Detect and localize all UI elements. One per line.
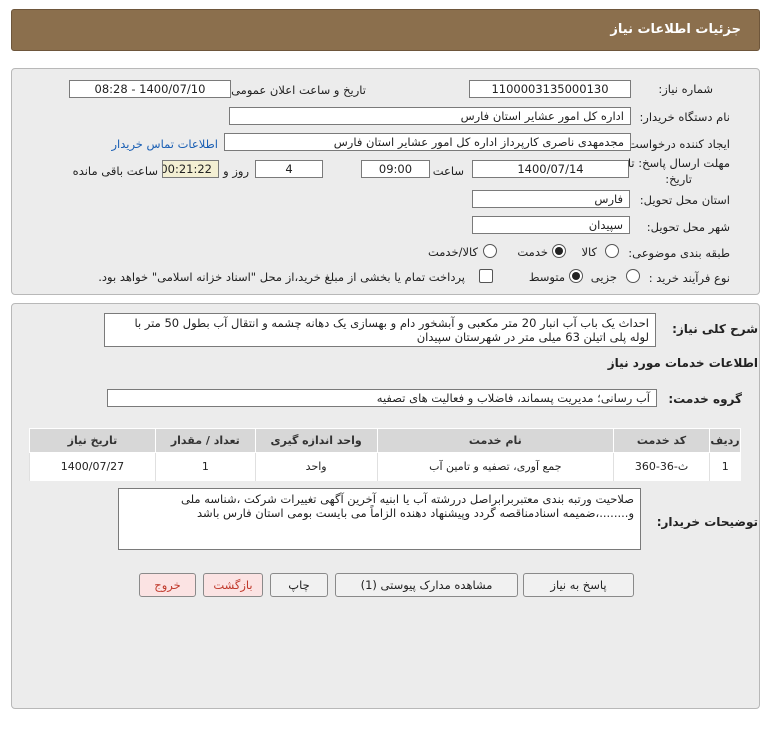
deadline-label-date: تاریخ: bbox=[665, 172, 692, 186]
reply-button[interactable]: پاسخ به نیاز bbox=[523, 573, 634, 597]
category-label: طبقه بندی موضوعی: bbox=[628, 246, 730, 260]
process-option-minor: جزیی bbox=[590, 270, 617, 284]
process-radio-medium[interactable] bbox=[569, 269, 583, 283]
need-number-field: 1100003135000130 bbox=[469, 80, 631, 98]
city-field: سپیدان bbox=[472, 216, 630, 234]
deadline-time-label: ساعت bbox=[432, 164, 464, 178]
cell-need-date: 1400/07/27 bbox=[29, 452, 156, 481]
category-option-goods-service: کالا/خدمت bbox=[427, 245, 478, 259]
description-line-1: احداث یک باب آب انبار 20 متر مکعبی و آبش… bbox=[134, 316, 649, 330]
back-button[interactable]: بازگشت bbox=[203, 573, 263, 597]
description-box: احداث یک باب آب انبار 20 متر مکعبی و آبش… bbox=[104, 313, 656, 347]
description-line-2: لوله پلی اتیلن 63 میلی متر در شهرستان سپ… bbox=[416, 330, 649, 344]
service-group-field: آب رسانی؛ مدیریت پسماند، فاضلاب و فعالیت… bbox=[107, 389, 657, 407]
buyer-org-label: نام دستگاه خریدار: bbox=[639, 110, 730, 124]
announce-label: تاریخ و ساعت اعلان عمومی: bbox=[227, 83, 366, 97]
services-table: ردیف کد خدمت نام خدمت واحد اندازه گیری ت… bbox=[29, 428, 741, 481]
cell-quantity: 1 bbox=[154, 452, 256, 481]
services-section-title: اطلاعات خدمات مورد نیاز bbox=[607, 356, 758, 370]
creator-label: ایجاد کننده درخواست: bbox=[624, 137, 730, 151]
table-row: 1 ث-36-360 جمع آوری، تصفیه و تامین آب وا… bbox=[29, 452, 741, 481]
need-info-panel bbox=[11, 68, 760, 295]
cell-service-name: جمع آوری، تصفیه و تامین آب bbox=[376, 452, 614, 481]
col-service-code: کد خدمت bbox=[613, 428, 711, 453]
process-type-label: نوع فرآیند خرید : bbox=[648, 271, 730, 285]
days-label: روز و bbox=[223, 164, 249, 178]
city-label: شهر محل تحویل: bbox=[646, 220, 730, 234]
exit-button[interactable]: خروج bbox=[139, 573, 196, 597]
col-service-name: نام خدمت bbox=[376, 428, 615, 453]
buyer-org-field: اداره کل امور عشایر استان فارس bbox=[229, 107, 631, 125]
service-group-label: گروه خدمت: bbox=[668, 392, 742, 406]
category-radio-goods-service[interactable] bbox=[483, 244, 497, 258]
services-table-header: ردیف کد خدمت نام خدمت واحد اندازه گیری ت… bbox=[29, 428, 741, 453]
cell-unit: واحد bbox=[254, 452, 378, 481]
deadline-label: مهلت ارسال پاسخ: تا bbox=[627, 156, 730, 170]
buyer-contact-link[interactable]: اطلاعات تماس خریدار bbox=[111, 137, 218, 151]
buyer-notes-box: صلاحیت ورتبه بندی معتبربرابراصل دررشته آ… bbox=[118, 488, 641, 550]
process-option-medium: متوسط bbox=[528, 270, 565, 284]
category-radio-service[interactable] bbox=[552, 244, 566, 258]
col-quantity: تعداد / مقدار bbox=[154, 428, 256, 453]
deadline-time-field: 09:00 bbox=[361, 160, 430, 178]
days-field: 4 bbox=[255, 160, 323, 178]
print-button[interactable]: چاپ bbox=[270, 573, 328, 597]
category-option-service: خدمت bbox=[517, 245, 548, 259]
col-need-date: تاریخ نیاز bbox=[29, 428, 156, 453]
announce-field: 1400/07/10 - 08:28 bbox=[69, 80, 231, 98]
view-attachments-button[interactable]: مشاهده مدارک پیوستی (1) bbox=[335, 573, 518, 597]
category-option-goods: کالا bbox=[581, 245, 597, 259]
buyer-notes-line-1: صلاحیت ورتبه بندی معتبربرابراصل دررشته آ… bbox=[181, 492, 634, 506]
treasury-payment-note: پرداخت تمام یا بخشی از مبلغ خرید،از محل … bbox=[98, 270, 465, 284]
page-header: جزئیات اطلاعات نیاز bbox=[11, 9, 760, 51]
description-label: شرح کلی نیاز: bbox=[672, 322, 758, 336]
deadline-date-field: 1400/07/14 bbox=[472, 160, 629, 178]
province-field: فارس bbox=[472, 190, 630, 208]
col-row: ردیف bbox=[709, 428, 741, 453]
cell-service-code: ث-36-360 bbox=[613, 452, 710, 481]
cell-row: 1 bbox=[709, 452, 741, 481]
category-radio-goods[interactable] bbox=[605, 244, 619, 258]
remaining-time-label: ساعت باقی مانده bbox=[72, 164, 158, 178]
buyer-notes-label: توضیحات خریدار: bbox=[656, 515, 758, 529]
page-title: جزئیات اطلاعات نیاز bbox=[610, 22, 741, 37]
province-label: استان محل تحویل: bbox=[639, 193, 730, 207]
process-radio-minor[interactable] bbox=[626, 269, 640, 283]
creator-field: مجدمهدی ناصری کارپرداز اداره کل امور عشا… bbox=[224, 133, 631, 151]
buyer-notes-line-2: و........،ضمیمه اسنادمناقصه گردد وپیشنها… bbox=[197, 506, 634, 520]
treasury-payment-checkbox[interactable] bbox=[479, 269, 493, 283]
col-unit: واحد اندازه گیری bbox=[254, 428, 378, 453]
remaining-time-field: 00:21:22 bbox=[162, 160, 219, 178]
need-number-label: شماره نیاز: bbox=[658, 82, 713, 96]
